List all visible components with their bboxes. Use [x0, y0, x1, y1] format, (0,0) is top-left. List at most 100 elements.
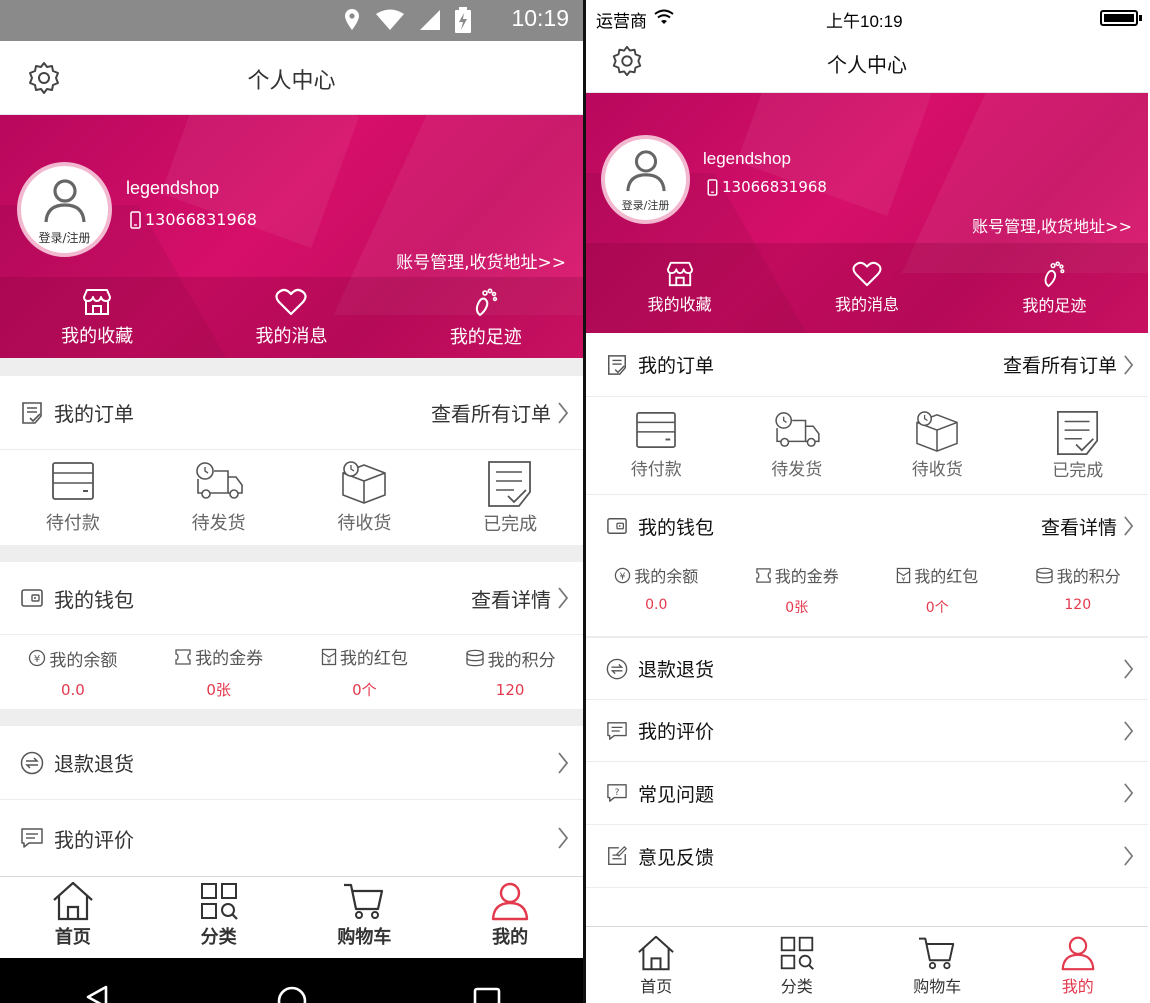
order-to-receive[interactable]: 待收货 — [292, 450, 438, 545]
order-to-ship[interactable]: 待发货 — [146, 450, 292, 545]
nav-home-icon[interactable] — [275, 961, 309, 1003]
wallet-card-icon — [51, 461, 95, 501]
quick-footprints[interactable]: 我的足迹 — [961, 243, 1148, 333]
tab-home[interactable]: 首页 — [0, 881, 146, 958]
quick-favorites-label: 我的收藏 — [61, 325, 134, 347]
orders-header[interactable]: 我的订单 查看所有订单 — [0, 376, 583, 450]
menu-reviews[interactable]: 我的评价 — [586, 700, 1148, 762]
view-wallet-details-link[interactable]: 查看详情 — [1041, 513, 1117, 540]
comment-icon — [606, 721, 628, 741]
wallet-points[interactable]: 我的积分 120 — [1008, 557, 1149, 636]
tab-home-label: 首页 — [640, 977, 673, 996]
view-wallet-details-link[interactable]: 查看详情 — [471, 584, 551, 613]
quick-favorites[interactable]: 我的收藏 — [0, 277, 194, 358]
wallet-coupons-label: 我的金券 — [195, 649, 264, 669]
quick-footprints[interactable]: 我的足迹 — [389, 277, 583, 358]
wallet-coupons-value: 0张 — [206, 681, 231, 699]
tab-home[interactable]: 首页 — [586, 935, 727, 1003]
order-to-ship-label: 待发货 — [771, 460, 823, 480]
wallet-red-packets[interactable]: ¥ 我的红包 0个 — [292, 635, 438, 709]
wallet-points[interactable]: 我的积分 120 — [437, 635, 583, 709]
order-completed[interactable]: 已完成 — [437, 450, 583, 545]
chevron-right-icon — [1123, 845, 1134, 867]
page-header: 个人中心 — [0, 41, 583, 115]
menu-refund[interactable]: 退款退货 — [0, 726, 583, 800]
battery-icon — [455, 7, 471, 33]
orders-header[interactable]: 我的订单 查看所有订单 — [586, 333, 1148, 397]
wallet-title: 我的钱包 — [638, 516, 715, 539]
order-pending-payment[interactable]: 待付款 — [0, 450, 146, 545]
avatar[interactable]: 登录/注册 — [17, 162, 112, 257]
quick-messages[interactable]: 我的消息 — [773, 243, 960, 333]
order-completed[interactable]: 已完成 — [1008, 397, 1149, 494]
order-to-ship[interactable]: 待发货 — [727, 397, 868, 494]
wallet-coupons[interactable]: 我的金券 0张 — [146, 635, 292, 709]
phone-row: 13066831968 — [130, 210, 257, 229]
wallet-balance[interactable]: ¥ 我的余额 0.0 — [586, 557, 727, 636]
tab-mine[interactable]: 我的 — [437, 881, 583, 958]
wallet-header[interactable]: 我的钱包 查看详情 — [586, 495, 1148, 557]
menu-reviews[interactable]: 我的评价 — [0, 800, 583, 876]
wallet-card-icon — [635, 411, 677, 449]
chevron-right-icon — [1123, 720, 1134, 742]
coupon-icon — [755, 567, 772, 584]
order-status-grid: 待付款 待发货 待收货 已完成 — [0, 450, 583, 546]
wallet-red-packets-label: 我的红包 — [914, 567, 979, 586]
menu-refund-label: 退款退货 — [54, 752, 134, 776]
chevron-right-icon — [557, 751, 569, 775]
account-manage-link[interactable]: 账号管理,收货地址>> — [396, 248, 566, 273]
quick-messages-label: 我的消息 — [834, 295, 899, 314]
nav-recents-icon[interactable] — [472, 961, 502, 1003]
wallet-red-packets[interactable]: ¥ 我的红包 0个 — [867, 557, 1008, 636]
home-icon — [51, 881, 95, 921]
tab-cart[interactable]: 购物车 — [292, 881, 438, 958]
signal-icon — [419, 9, 441, 31]
wallet-red-packets-label: 我的红包 — [339, 649, 408, 669]
phone-icon — [707, 178, 718, 196]
avatar[interactable]: 登录/注册 — [601, 135, 690, 224]
tab-mine[interactable]: 我的 — [1008, 935, 1149, 1003]
tab-cart[interactable]: 购物车 — [867, 935, 1008, 1003]
red-packet-icon: ¥ — [896, 567, 911, 584]
menu-feedback[interactable]: 意见反馈 — [586, 825, 1148, 888]
user-profile-icon — [490, 881, 530, 921]
chevron-right-icon — [557, 401, 569, 425]
chevron-right-icon — [1123, 658, 1134, 680]
section-divider — [0, 710, 583, 726]
wallet-header[interactable]: 我的钱包 查看详情 — [0, 562, 583, 635]
wallet-icon — [606, 516, 628, 536]
chevron-right-icon — [557, 826, 569, 850]
tab-mine-label: 我的 — [492, 927, 529, 948]
order-pending-payment[interactable]: 待付款 — [586, 397, 727, 494]
delivery-truck-icon — [194, 461, 244, 501]
view-all-orders-link[interactable]: 查看所有订单 — [1003, 351, 1117, 378]
profile-banner: 登录/注册 legendshop 13066831968 账号管理,收货地址>>… — [586, 93, 1148, 333]
order-pending-payment-label: 待付款 — [45, 512, 100, 534]
menu-refund[interactable]: 退款退货 — [586, 637, 1148, 700]
quick-favorites[interactable]: 我的收藏 — [586, 243, 773, 333]
phone-row: 13066831968 — [707, 178, 827, 196]
account-manage-link[interactable]: 账号管理,收货地址>> — [972, 213, 1132, 237]
quick-favorites-label: 我的收藏 — [647, 295, 712, 314]
username: legendshop — [126, 178, 220, 198]
order-to-receive[interactable]: 待收货 — [867, 397, 1008, 494]
wallet-balance[interactable]: ¥ 我的余额 0.0 — [0, 635, 146, 709]
nav-back-icon[interactable] — [82, 961, 112, 1003]
svg-text:¥: ¥ — [327, 657, 332, 665]
menu-faq-label: 常见问题 — [638, 783, 715, 806]
package-box-icon — [339, 460, 389, 505]
tab-category[interactable]: 分类 — [727, 935, 868, 1003]
order-completed-label: 已完成 — [1052, 461, 1104, 481]
tab-category[interactable]: 分类 — [146, 881, 292, 958]
order-to-receive-label: 待收货 — [337, 512, 392, 534]
wallet-coupons-value: 0张 — [785, 600, 809, 616]
profile-banner: 登录/注册 legendshop 13066831968 账号管理,收货地址>>… — [0, 115, 583, 358]
category-grid-icon — [199, 881, 239, 921]
quick-messages[interactable]: 我的消息 — [194, 277, 388, 358]
wallet-balance-value: 0.0 — [645, 597, 668, 613]
tab-home-label: 首页 — [54, 927, 91, 948]
view-all-orders-link[interactable]: 查看所有订单 — [431, 398, 551, 427]
wallet-coupons[interactable]: 我的金券 0张 — [727, 557, 868, 636]
menu-faq[interactable]: ? 常见问题 — [586, 762, 1148, 825]
coin-stack-icon — [1035, 567, 1054, 584]
